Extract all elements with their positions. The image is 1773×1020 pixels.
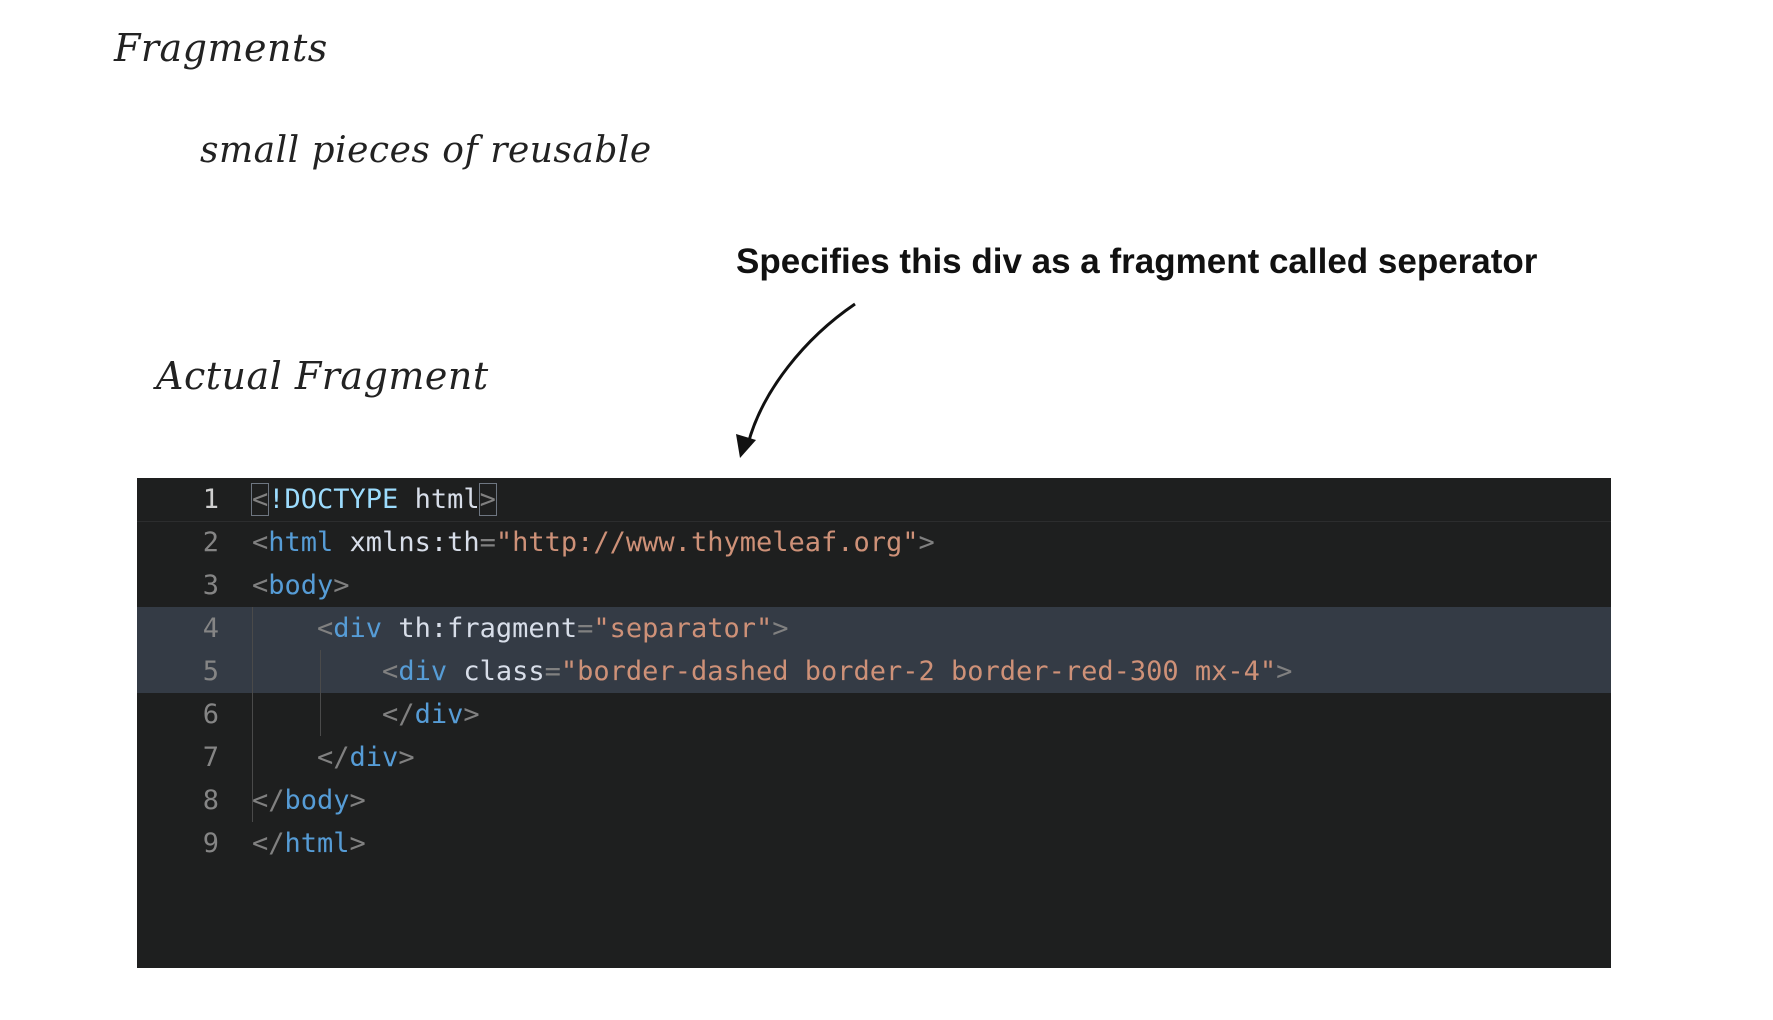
code-text: </html>	[252, 822, 366, 865]
section-heading: Actual Fragment	[156, 354, 489, 398]
code-token: html	[398, 484, 480, 515]
code-token: >	[333, 570, 350, 601]
code-text: </body>	[252, 779, 366, 822]
line-number: 1	[202, 484, 219, 515]
code-text: <body>	[252, 564, 350, 607]
code-token: !DOCTYPE	[268, 484, 399, 515]
code-editor[interactable]: 1 <!DOCTYPE html> 2 <html xmlns:th="http://…	[137, 478, 1611, 968]
annotation-arrow-icon	[736, 302, 856, 458]
indent-guide	[320, 650, 321, 736]
line-number: 9	[202, 828, 219, 859]
code-token: "separator"	[593, 613, 773, 644]
line-number: 2	[202, 527, 219, 558]
code-token: xmlns:th	[333, 527, 480, 558]
code-token: </	[252, 828, 285, 859]
code-text: </div>	[252, 736, 415, 779]
code-token: div	[414, 699, 464, 730]
code-token: <	[252, 613, 334, 644]
code-token: html	[268, 527, 334, 558]
code-token: >	[478, 483, 497, 516]
code-token: <	[252, 570, 269, 601]
slide-title: Fragments	[114, 26, 328, 70]
code-token: =	[544, 656, 561, 687]
code-line[interactable]: 7 </div>	[137, 736, 1611, 779]
line-number: 3	[202, 570, 219, 601]
code-token: >	[349, 828, 366, 859]
code-token: </	[252, 742, 350, 773]
code-line[interactable]: 4 <div th:fragment="separator">	[137, 607, 1611, 650]
code-token: >	[463, 699, 480, 730]
code-token: html	[284, 828, 350, 859]
slide-subtitle: small pieces of reusable	[200, 130, 652, 171]
code-token: "http://www.thymeleaf.org"	[495, 527, 919, 558]
code-line[interactable]: 6 </div>	[137, 693, 1611, 736]
line-number: 5	[202, 656, 219, 687]
line-number: 8	[202, 785, 219, 816]
code-token: >	[772, 613, 789, 644]
annotation-label: Specifies this div as a fragment called …	[736, 242, 1538, 281]
code-token: </	[252, 785, 285, 816]
code-token: =	[479, 527, 496, 558]
code-token: <	[252, 656, 399, 687]
code-line[interactable]: 1 <!DOCTYPE html>	[137, 478, 1611, 522]
code-line[interactable]: 9 </html>	[137, 822, 1611, 865]
code-token: <	[252, 527, 269, 558]
code-token: body	[268, 570, 334, 601]
line-number: 4	[202, 613, 219, 644]
code-token: body	[284, 785, 350, 816]
line-number: 7	[202, 742, 219, 773]
code-line[interactable]: 2 <html xmlns:th="http://www.thymeleaf.or…	[137, 521, 1611, 564]
code-token: >	[918, 527, 935, 558]
code-text: <!DOCTYPE html>	[250, 478, 497, 521]
code-token: "border-dashed border-2 border-red-300 m…	[560, 656, 1277, 687]
indent-guide	[252, 607, 253, 822]
code-text: </div>	[252, 693, 480, 736]
code-token: >	[398, 742, 415, 773]
code-token: class	[447, 656, 545, 687]
code-token: </	[252, 699, 415, 730]
code-token: <	[250, 483, 270, 516]
code-line[interactable]: 5 <div class="border-dashed border-2 bor…	[137, 650, 1611, 693]
code-token: div	[349, 742, 399, 773]
code-text: <div class="border-dashed border-2 borde…	[252, 650, 1292, 693]
code-token: >	[1276, 656, 1293, 687]
code-token: div	[333, 613, 383, 644]
code-line[interactable]: 3 <body>	[137, 564, 1611, 607]
code-token: th:fragment	[382, 613, 578, 644]
code-line[interactable]: 8 </body>	[137, 779, 1611, 822]
code-text: <div th:fragment="separator">	[252, 607, 788, 650]
code-token: >	[349, 785, 366, 816]
line-number: 6	[202, 699, 219, 730]
code-text: <html xmlns:th="http://www.thymeleaf.org…	[252, 521, 935, 564]
code-token: div	[398, 656, 448, 687]
code-token: =	[577, 613, 594, 644]
